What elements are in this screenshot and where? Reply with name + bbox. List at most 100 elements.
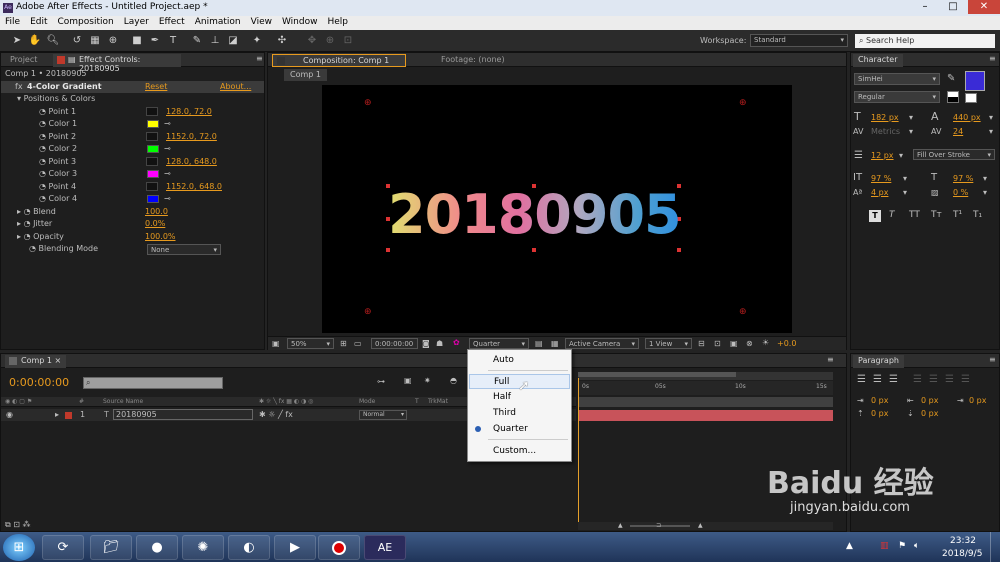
leading-value[interactable]: 440 px <box>953 113 981 122</box>
chevron-down-icon[interactable]: ▾ <box>903 174 907 183</box>
chevron-down-icon[interactable]: ▾ <box>989 127 993 136</box>
menu-item-quarter[interactable]: Quarter <box>469 422 570 437</box>
stopwatch-icon[interactable]: ◔ <box>39 132 49 141</box>
frame-blending-icon[interactable]: ◓ <box>450 376 457 385</box>
stroke-color-swatch[interactable] <box>965 93 977 103</box>
taskbar-media-icon[interactable]: ▶ <box>274 535 316 560</box>
safe-zones-icon[interactable]: ⊞ <box>340 339 347 348</box>
param-value[interactable]: 128.0, 72.0 <box>166 107 212 116</box>
small-caps-button[interactable]: Tт <box>931 210 942 220</box>
stopwatch-icon[interactable]: ◔ <box>39 119 49 128</box>
menu-item-auto[interactable]: Auto <box>469 353 570 368</box>
effect-header[interactable]: fx 4-Color Gradient Reset About... <box>1 81 264 93</box>
layer-duration-bar[interactable] <box>579 410 833 421</box>
horizontal-scale-value[interactable]: 97 % <box>953 174 973 183</box>
tracking-value[interactable]: 24 <box>953 127 963 136</box>
work-area-bar[interactable] <box>578 372 833 380</box>
clock-time[interactable]: 23:32 <box>950 536 976 546</box>
color-swatch[interactable] <box>147 170 159 178</box>
zoom-in-icon[interactable]: ▲ <box>698 522 703 529</box>
stopwatch-icon[interactable]: ◔ <box>29 244 39 253</box>
taskbar-firefox-icon[interactable]: ◐ <box>228 535 270 560</box>
stopwatch-icon[interactable]: ◔ <box>24 207 34 216</box>
zoom-slider[interactable]: ▲ ⊐ ▲ <box>578 522 833 530</box>
pan-behind-tool-icon[interactable]: ⊕ <box>106 34 120 48</box>
magnification-select[interactable]: 50% ▾ <box>287 338 334 349</box>
param-value[interactable]: 1152.0, 648.0 <box>166 182 222 191</box>
brush-tool-icon[interactable]: ✎ <box>190 34 204 48</box>
timeline-timecode[interactable]: 0:00:00:00 <box>9 376 69 389</box>
crosshair-icon[interactable] <box>146 132 158 141</box>
indent-right-value[interactable]: 0 px <box>921 396 938 405</box>
current-time-indicator[interactable] <box>578 378 579 523</box>
bounding-handle[interactable] <box>677 248 681 252</box>
indent-first-value[interactable]: 0 px <box>969 396 986 405</box>
font-size-value[interactable]: 182 px <box>871 113 899 122</box>
timeline-search-input[interactable]: ⌕ <box>83 377 223 389</box>
menu-edit[interactable]: Edit <box>25 16 52 28</box>
menu-composition[interactable]: Composition <box>53 16 119 28</box>
stopwatch-icon[interactable]: ◔ <box>39 144 49 153</box>
space-after-value[interactable]: 0 px <box>921 409 938 418</box>
stopwatch-icon[interactable]: ◔ <box>39 169 49 178</box>
always-preview-icon[interactable]: ▣ <box>272 339 280 348</box>
menu-window[interactable]: Window <box>277 16 323 28</box>
draft-3d-icon[interactable]: ▣ <box>404 376 412 385</box>
font-family-select[interactable]: SimHei ▾ <box>854 73 940 85</box>
comp-flowchart-icon[interactable]: ⊗ <box>746 339 753 348</box>
col-t[interactable]: T <box>415 398 419 405</box>
align-center-icon[interactable]: ☰ <box>873 374 882 385</box>
workspace-select[interactable]: Standard ▾ <box>750 34 848 47</box>
eyedropper-icon[interactable]: ⊸ <box>164 144 171 153</box>
space-before-value[interactable]: 0 px <box>871 409 888 418</box>
comp-text-layer[interactable]: 20180905 <box>388 183 682 246</box>
param-value[interactable]: 100.0 <box>145 207 168 216</box>
justify-last-right-icon[interactable]: ☰ <box>945 374 954 385</box>
col-mode[interactable]: Mode <box>359 398 375 405</box>
axis-world-icon[interactable]: ⊕ <box>323 34 337 48</box>
mode-select[interactable]: Normal ▾ <box>359 410 407 420</box>
blending-mode-select[interactable]: None ▾ <box>147 244 221 255</box>
work-area-range[interactable] <box>578 372 736 377</box>
rotate-tool-icon[interactable]: ↺ <box>70 34 84 48</box>
panel-menu-icon[interactable]: ≡ <box>256 54 263 63</box>
tsume-value[interactable]: 0 % <box>953 188 968 197</box>
param-value[interactable]: 0.0% <box>145 219 165 228</box>
color-swatch[interactable] <box>147 145 159 153</box>
selection-tool-icon[interactable]: ➤ <box>10 34 24 48</box>
axis-local-icon[interactable]: ✥ <box>305 34 319 48</box>
layer-name[interactable]: 20180905 <box>113 409 253 420</box>
indent-left-value[interactable]: 0 px <box>871 396 888 405</box>
crosshair-icon[interactable] <box>146 157 158 166</box>
chevron-down-icon[interactable]: ▾ <box>909 113 913 122</box>
stopwatch-icon[interactable]: ◔ <box>39 157 49 166</box>
toggle-pixel-aspect-icon[interactable]: ⊟ <box>698 339 705 348</box>
faux-italic-button[interactable]: T <box>889 210 895 220</box>
justify-last-left-icon[interactable]: ☰ <box>913 374 922 385</box>
tray-show-hidden-icon[interactable]: ▲ <box>846 541 853 551</box>
tab-character[interactable]: Character <box>853 54 903 67</box>
close-icon[interactable]: ✕ <box>968 0 1000 14</box>
clock-date[interactable]: 2018/9/5 <box>942 549 982 559</box>
show-desktop-button[interactable] <box>990 532 1000 562</box>
zoom-out-icon[interactable]: ▲ <box>618 522 623 529</box>
crosshair-icon[interactable] <box>146 182 158 191</box>
panel-menu-icon[interactable]: ≡ <box>989 355 996 364</box>
snapshot-icon[interactable]: ◙ <box>422 339 430 348</box>
type-tool-icon[interactable]: T <box>166 34 180 48</box>
positions-colors-group[interactable]: ▾ Positions & Colors <box>17 94 95 106</box>
tab-comp-timeline[interactable]: Comp 1 × <box>5 355 67 368</box>
taskbar-explorer-icon[interactable]: 📁︎ <box>90 535 132 560</box>
search-help-field[interactable]: ⌕ Search Help <box>855 34 995 48</box>
black-white-swatch[interactable] <box>947 91 959 103</box>
stroke-type-select[interactable]: Fill Over Stroke ▾ <box>913 149 995 160</box>
fill-color-swatch[interactable] <box>965 71 985 91</box>
rectangle-tool-icon[interactable]: ■ <box>130 34 144 48</box>
label-color-icon[interactable] <box>65 412 72 419</box>
layer-switches-icon[interactable]: ✱ ☼ ╱ fx <box>259 410 293 419</box>
tab-effect-controls[interactable]: ▤ Effect Controls: 20180905 <box>53 54 181 73</box>
tab-project[interactable]: Project <box>5 54 42 67</box>
chevron-down-icon[interactable]: ▾ <box>909 127 913 136</box>
chevron-down-icon[interactable]: ▾ <box>903 188 907 197</box>
align-left-icon[interactable]: ☰ <box>857 374 866 385</box>
